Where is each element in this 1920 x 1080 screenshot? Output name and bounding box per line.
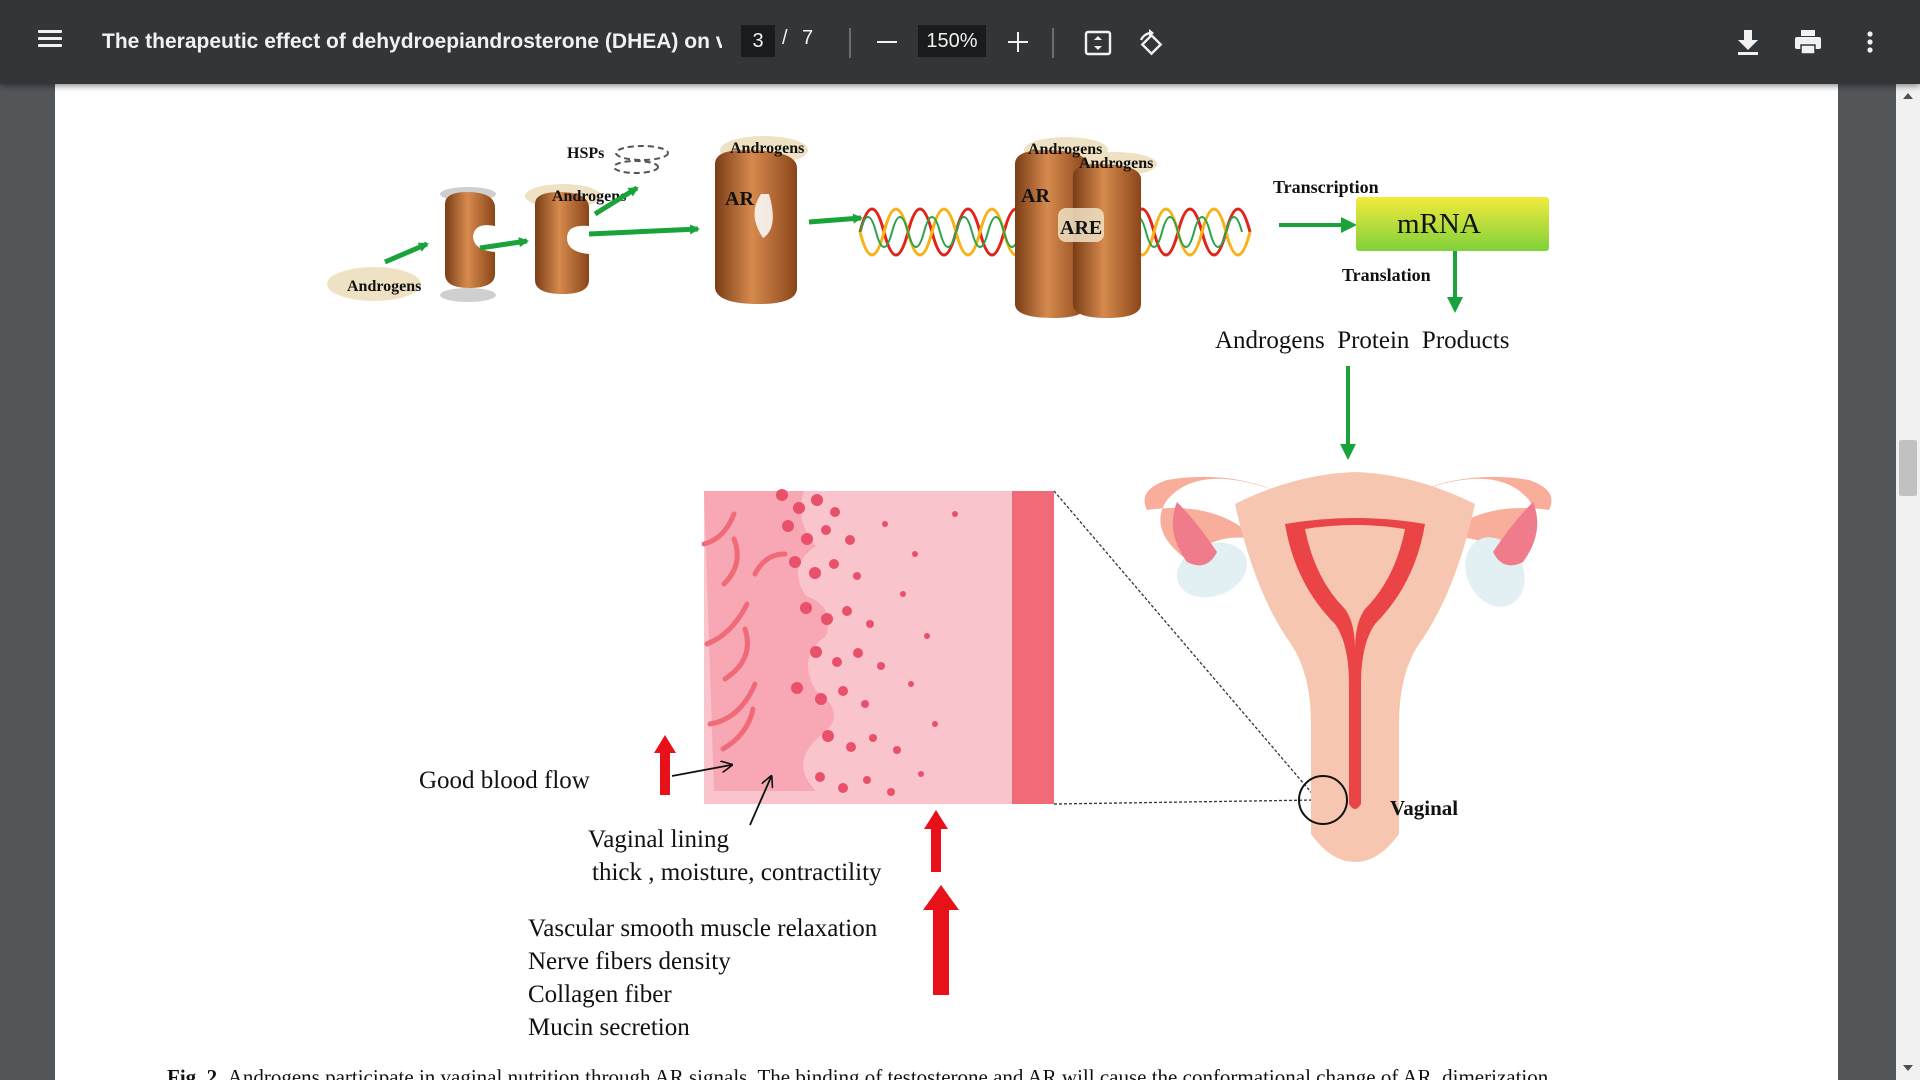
label-androgens-start: Androgens bbox=[347, 278, 421, 295]
mrna-box: mRNA bbox=[1356, 197, 1549, 251]
label-androgens-ar: Androgens bbox=[730, 140, 804, 157]
label-vaginal: Vaginal bbox=[1390, 796, 1458, 820]
ar-dimer: Androgens Androgens AR ARE bbox=[1015, 137, 1157, 318]
rotate-icon[interactable] bbox=[1135, 28, 1167, 60]
hsp-rings bbox=[613, 145, 669, 174]
label-ar-1: AR bbox=[725, 188, 754, 210]
red-up-arrow bbox=[924, 810, 948, 872]
red-up-arrow bbox=[923, 885, 959, 995]
label-good-blood-flow: Good blood flow bbox=[419, 767, 590, 794]
page-number-input[interactable] bbox=[741, 25, 775, 57]
download-icon[interactable] bbox=[1732, 26, 1764, 58]
green-arrow bbox=[808, 213, 863, 225]
label-effect-mucin: Mucin secretion bbox=[528, 1014, 690, 1041]
toolbar-divider bbox=[849, 28, 851, 58]
menu-icon[interactable] bbox=[30, 26, 70, 58]
label-vaginal-lining-properties: thick , moisture, contractility bbox=[592, 859, 882, 886]
label-protein-products: Androgens Protein Products bbox=[1215, 327, 1509, 354]
scroll-down-icon[interactable] bbox=[1896, 1056, 1920, 1080]
scrollbar-thumb[interactable] bbox=[1899, 440, 1917, 496]
more-vert-icon[interactable] bbox=[1854, 26, 1886, 58]
label-translation: Translation bbox=[1342, 265, 1431, 285]
label-ar-2: AR bbox=[1021, 185, 1050, 207]
label-hsps: HSPs bbox=[567, 145, 604, 162]
caption-fig-label: Fig. 2 bbox=[167, 1065, 218, 1080]
caption-text: Androgens participate in vaginal nutriti… bbox=[227, 1065, 1549, 1080]
pdf-page: Androgens Androgens HSPs Androgens AR An… bbox=[55, 84, 1838, 1080]
zoom-in-icon[interactable] bbox=[1003, 26, 1033, 56]
androgen-ligand: Androgens bbox=[327, 267, 421, 301]
print-icon[interactable] bbox=[1792, 26, 1824, 58]
toolbar-divider bbox=[1052, 28, 1054, 58]
vertical-scrollbar[interactable] bbox=[1896, 84, 1920, 1080]
vaginal-tissue-section bbox=[701, 489, 1054, 804]
uterus-illustration bbox=[1144, 472, 1552, 862]
green-arrow bbox=[479, 237, 529, 251]
receptor-bound: Androgens bbox=[525, 184, 626, 294]
label-are: ARE bbox=[1060, 217, 1102, 239]
pdf-toolbar: The therapeutic effect of dehydroepiandr… bbox=[0, 0, 1920, 84]
page-separator: / bbox=[782, 27, 788, 49]
androgen-receptor: Androgens AR bbox=[715, 136, 808, 304]
fit-to-page-icon[interactable] bbox=[1083, 28, 1113, 58]
red-up-arrow bbox=[654, 735, 676, 795]
label-transcription: Transcription bbox=[1273, 177, 1379, 197]
zoom-input[interactable] bbox=[918, 25, 986, 57]
figure-diagram: Androgens Androgens HSPs Androgens AR An… bbox=[327, 136, 1552, 1041]
label-effect-collagen: Collagen fiber bbox=[528, 981, 672, 1008]
label-androgens-dimer-2: Androgens bbox=[1079, 155, 1153, 172]
zoom-out-icon[interactable] bbox=[872, 26, 902, 56]
label-vaginal-lining: Vaginal lining bbox=[588, 826, 729, 853]
green-arrow bbox=[384, 241, 429, 265]
zoom-line bbox=[1053, 799, 1317, 805]
page-total: 7 bbox=[802, 27, 814, 49]
document-title: The therapeutic effect of dehydroepiandr… bbox=[102, 30, 722, 53]
label-effect-vascular: Vascular smooth muscle relaxation bbox=[528, 915, 878, 942]
green-arrow bbox=[588, 224, 700, 237]
label-mrna: mRNA bbox=[1397, 208, 1481, 240]
scroll-up-icon[interactable] bbox=[1896, 84, 1920, 108]
figure-caption: Fig. 2 Androgens participate in vaginal … bbox=[167, 1065, 1817, 1080]
label-effect-nerve: Nerve fibers density bbox=[528, 948, 731, 975]
